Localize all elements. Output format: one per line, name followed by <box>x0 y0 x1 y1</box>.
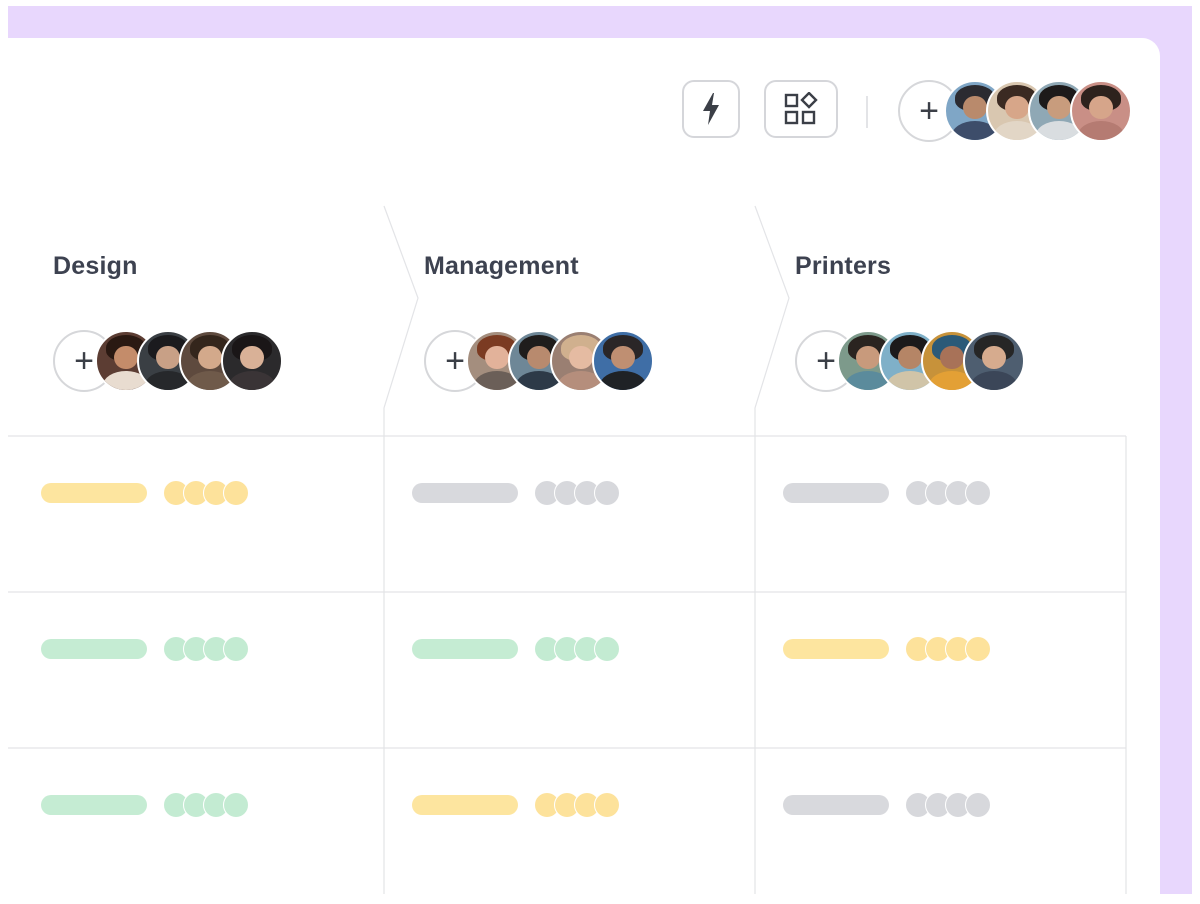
assignee-dot <box>223 792 249 818</box>
app-frame: + Design Management Printers + + + <box>8 6 1192 894</box>
assignee-dot <box>594 480 620 506</box>
assignee-dot <box>965 792 991 818</box>
column-member-avatar[interactable] <box>963 330 1025 392</box>
column-dividers <box>8 205 1127 894</box>
column-title-printers[interactable]: Printers <box>795 252 891 281</box>
assignee-dot <box>223 480 249 506</box>
status-pill[interactable] <box>783 639 889 659</box>
plus-icon: + <box>74 342 94 380</box>
status-pill[interactable] <box>783 483 889 503</box>
plus-icon: + <box>919 92 939 130</box>
status-pill[interactable] <box>41 483 147 503</box>
member-avatar[interactable] <box>1070 80 1132 142</box>
assignee-dot <box>223 636 249 662</box>
column-title-design[interactable]: Design <box>53 252 138 281</box>
column-member-avatar[interactable] <box>592 330 654 392</box>
status-pill[interactable] <box>412 639 518 659</box>
lightning-icon <box>703 93 719 125</box>
apps-button[interactable] <box>764 80 838 138</box>
column-title-management[interactable]: Management <box>424 252 579 281</box>
status-pill[interactable] <box>41 639 147 659</box>
status-pill[interactable] <box>412 795 518 815</box>
column-member-avatar[interactable] <box>221 330 283 392</box>
automation-button[interactable] <box>682 80 740 138</box>
board-panel: + Design Management Printers + + + <box>8 38 1160 894</box>
apps-shapes-icon <box>784 92 818 125</box>
assignee-dot <box>965 636 991 662</box>
assignee-dot <box>594 792 620 818</box>
assignee-dot <box>965 480 991 506</box>
assignee-dot <box>594 636 620 662</box>
plus-icon: + <box>445 342 465 380</box>
toolbar-divider <box>866 96 868 128</box>
status-pill[interactable] <box>783 795 889 815</box>
status-pill[interactable] <box>412 483 518 503</box>
status-pill[interactable] <box>41 795 147 815</box>
plus-icon: + <box>816 342 836 380</box>
